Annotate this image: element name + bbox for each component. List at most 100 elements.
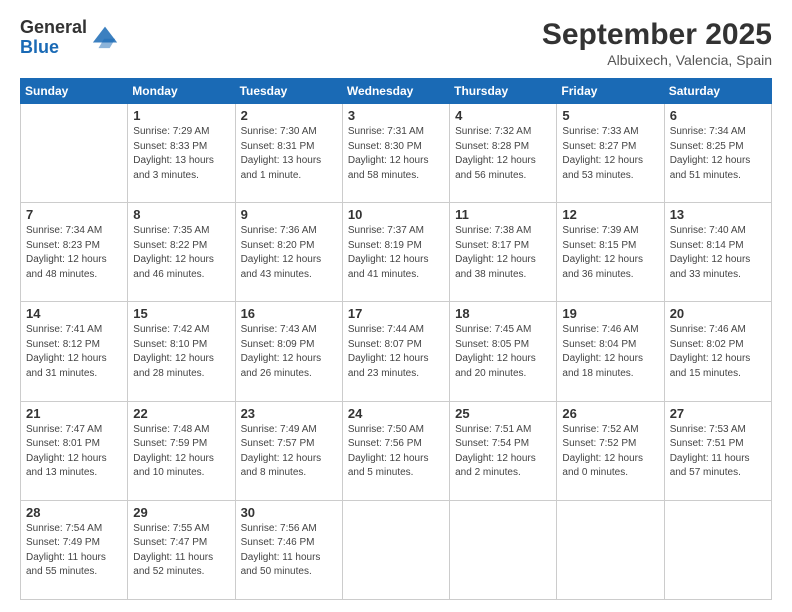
day-info: Sunrise: 7:50 AMSunset: 7:56 PMDaylight:… (348, 423, 444, 481)
calendar-cell: 6 Sunrise: 7:34 AMSunset: 8:25 PMDaylight… (664, 104, 771, 203)
calendar-cell: 9Sunrise: 7:36 AMSunset: 8:20 PMDaylight… (235, 203, 342, 302)
calendar-cell: 14 Sunrise: 7:41 AMSunset: 8:12 PMDayligh… (21, 302, 128, 401)
day-info: Sunrise: 7:41 AMSunset: 8:12 PMDaylight:… (26, 323, 122, 381)
month-title: September 2025 (542, 18, 772, 52)
day-number: 7 (26, 207, 122, 222)
day-info: Sunrise: 7:38 AMSunset: 8:17 PMDaylight:… (455, 224, 551, 282)
day-info: Sunrise: 7:56 AMSunset: 7:46 PMDaylight:… (241, 522, 337, 580)
day-number: 20 (670, 306, 766, 321)
calendar-cell: 28 Sunrise: 7:54 AMSunset: 7:49 PMDayligh… (21, 500, 128, 599)
day-info: Sunrise: 7:55 AMSunset: 7:47 PMDaylight:… (133, 522, 229, 580)
day-number: 26 (562, 406, 658, 421)
calendar-week-row: 21 Sunrise: 7:47 AMSunset: 8:01 PMDayligh… (21, 401, 772, 500)
weekday-header-tuesday: Tuesday (235, 79, 342, 104)
day-number: 22 (133, 406, 229, 421)
day-info: Sunrise: 7:45 AMSunset: 8:05 PMDaylight:… (455, 323, 551, 381)
day-info: Sunrise: 7:42 AMSunset: 8:10 PMDaylight:… (133, 323, 229, 381)
calendar-cell: 24 Sunrise: 7:50 AMSunset: 7:56 PMDayligh… (342, 401, 449, 500)
day-number: 24 (348, 406, 444, 421)
calendar-cell: 4Sunrise: 7:32 AMSunset: 8:28 PMDaylight… (450, 104, 557, 203)
day-number: 14 (26, 306, 122, 321)
calendar-cell: 30 Sunrise: 7:56 AMSunset: 7:46 PMDayligh… (235, 500, 342, 599)
weekday-header-saturday: Saturday (664, 79, 771, 104)
day-info: Sunrise: 7:31 AMSunset: 8:30 PMDaylight:… (348, 125, 444, 183)
day-info: Sunrise: 7:53 AMSunset: 7:51 PMDaylight:… (670, 423, 766, 481)
day-number: 5 (562, 108, 658, 123)
calendar-cell: 2Sunrise: 7:30 AMSunset: 8:31 PMDaylight… (235, 104, 342, 203)
header: General Blue September 2025 Albuixech, V… (20, 18, 772, 68)
day-number: 15 (133, 306, 229, 321)
calendar-cell (450, 500, 557, 599)
day-info: Sunrise: 7:46 AMSunset: 8:04 PMDaylight:… (562, 323, 658, 381)
logo: General Blue (20, 18, 119, 58)
day-info: Sunrise: 7:30 AMSunset: 8:31 PMDaylight:… (241, 125, 337, 183)
calendar-cell: 29 Sunrise: 7:55 AMSunset: 7:47 PMDayligh… (128, 500, 235, 599)
logo-icon (91, 22, 119, 50)
day-info: Sunrise: 7:34 AMSunset: 8:23 PMDaylight:… (26, 224, 122, 282)
calendar-cell: 27Sunrise: 7:53 AMSunset: 7:51 PMDayligh… (664, 401, 771, 500)
calendar-cell: 21 Sunrise: 7:47 AMSunset: 8:01 PMDayligh… (21, 401, 128, 500)
calendar-cell: 19 Sunrise: 7:46 AMSunset: 8:04 PMDayligh… (557, 302, 664, 401)
day-info: Sunrise: 7:36 AMSunset: 8:20 PMDaylight:… (241, 224, 337, 282)
day-number: 29 (133, 505, 229, 520)
day-info: Sunrise: 7:34 AMSunset: 8:25 PMDaylight:… (670, 125, 766, 183)
calendar-cell: 15 Sunrise: 7:42 AMSunset: 8:10 PMDayligh… (128, 302, 235, 401)
calendar-cell (664, 500, 771, 599)
day-info: Sunrise: 7:29 AMSunset: 8:33 PMDaylight:… (133, 125, 229, 183)
calendar-cell: 5 Sunrise: 7:33 AMSunset: 8:27 PMDaylight… (557, 104, 664, 203)
calendar-cell: 26 Sunrise: 7:52 AMSunset: 7:52 PMDayligh… (557, 401, 664, 500)
day-info: Sunrise: 7:32 AMSunset: 8:28 PMDaylight:… (455, 125, 551, 183)
calendar-table: SundayMondayTuesdayWednesdayThursdayFrid… (20, 78, 772, 600)
weekday-header-monday: Monday (128, 79, 235, 104)
day-number: 28 (26, 505, 122, 520)
calendar-cell (21, 104, 128, 203)
calendar-cell: 23 Sunrise: 7:49 AMSunset: 7:57 PMDayligh… (235, 401, 342, 500)
calendar-cell: 3Sunrise: 7:31 AMSunset: 8:30 PMDaylight… (342, 104, 449, 203)
day-info: Sunrise: 7:44 AMSunset: 8:07 PMDaylight:… (348, 323, 444, 381)
calendar-cell: 1 Sunrise: 7:29 AMSunset: 8:33 PMDaylight… (128, 104, 235, 203)
logo-text: General Blue (20, 18, 87, 58)
calendar-cell: 18Sunrise: 7:45 AMSunset: 8:05 PMDayligh… (450, 302, 557, 401)
day-info: Sunrise: 7:43 AMSunset: 8:09 PMDaylight:… (241, 323, 337, 381)
location: Albuixech, Valencia, Spain (542, 52, 772, 68)
calendar-cell (557, 500, 664, 599)
day-info: Sunrise: 7:47 AMSunset: 8:01 PMDaylight:… (26, 423, 122, 481)
calendar-cell: 8 Sunrise: 7:35 AMSunset: 8:22 PMDaylight… (128, 203, 235, 302)
day-info: Sunrise: 7:33 AMSunset: 8:27 PMDaylight:… (562, 125, 658, 183)
day-info: Sunrise: 7:54 AMSunset: 7:49 PMDaylight:… (26, 522, 122, 580)
day-number: 1 (133, 108, 229, 123)
day-info: Sunrise: 7:48 AMSunset: 7:59 PMDaylight:… (133, 423, 229, 481)
weekday-header-row: SundayMondayTuesdayWednesdayThursdayFrid… (21, 79, 772, 104)
day-info: Sunrise: 7:51 AMSunset: 7:54 PMDaylight:… (455, 423, 551, 481)
day-number: 21 (26, 406, 122, 421)
day-number: 23 (241, 406, 337, 421)
calendar-cell: 12 Sunrise: 7:39 AMSunset: 8:15 PMDayligh… (557, 203, 664, 302)
calendar-cell: 11Sunrise: 7:38 AMSunset: 8:17 PMDayligh… (450, 203, 557, 302)
calendar-cell (342, 500, 449, 599)
day-info: Sunrise: 7:35 AMSunset: 8:22 PMDaylight:… (133, 224, 229, 282)
day-number: 16 (241, 306, 337, 321)
calendar-cell: 7 Sunrise: 7:34 AMSunset: 8:23 PMDaylight… (21, 203, 128, 302)
calendar-week-row: 14 Sunrise: 7:41 AMSunset: 8:12 PMDayligh… (21, 302, 772, 401)
day-info: Sunrise: 7:46 AMSunset: 8:02 PMDaylight:… (670, 323, 766, 381)
day-info: Sunrise: 7:40 AMSunset: 8:14 PMDaylight:… (670, 224, 766, 282)
day-number: 8 (133, 207, 229, 222)
day-number: 30 (241, 505, 337, 520)
day-number: 25 (455, 406, 551, 421)
day-info: Sunrise: 7:49 AMSunset: 7:57 PMDaylight:… (241, 423, 337, 481)
calendar-cell: 25 Sunrise: 7:51 AMSunset: 7:54 PMDayligh… (450, 401, 557, 500)
calendar-week-row: 1 Sunrise: 7:29 AMSunset: 8:33 PMDaylight… (21, 104, 772, 203)
weekday-header-wednesday: Wednesday (342, 79, 449, 104)
day-number: 17 (348, 306, 444, 321)
day-info: Sunrise: 7:37 AMSunset: 8:19 PMDaylight:… (348, 224, 444, 282)
weekday-header-friday: Friday (557, 79, 664, 104)
calendar-cell: 22 Sunrise: 7:48 AMSunset: 7:59 PMDayligh… (128, 401, 235, 500)
day-info: Sunrise: 7:39 AMSunset: 8:15 PMDaylight:… (562, 224, 658, 282)
day-number: 19 (562, 306, 658, 321)
calendar-cell: 10Sunrise: 7:37 AMSunset: 8:19 PMDayligh… (342, 203, 449, 302)
day-number: 12 (562, 207, 658, 222)
day-info: Sunrise: 7:52 AMSunset: 7:52 PMDaylight:… (562, 423, 658, 481)
day-number: 6 (670, 108, 766, 123)
calendar-cell: 17 Sunrise: 7:44 AMSunset: 8:07 PMDayligh… (342, 302, 449, 401)
page: General Blue September 2025 Albuixech, V… (0, 0, 792, 612)
